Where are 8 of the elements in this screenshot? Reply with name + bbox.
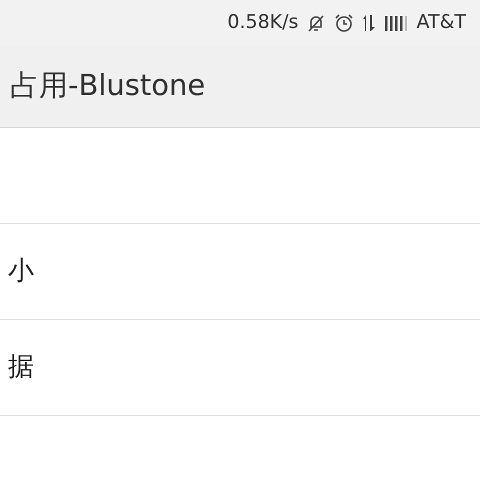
setting-label: 小: [8, 255, 34, 288]
bell-off-icon: [306, 12, 326, 32]
carrier-name: AT&T: [416, 10, 466, 36]
page-title: 占用-Blustone: [10, 67, 206, 104]
network-speed: 0.58K/s: [227, 10, 298, 36]
data-arrows-icon: [362, 12, 376, 32]
setting-label: 据: [8, 351, 34, 384]
alarm-icon: [334, 12, 354, 32]
